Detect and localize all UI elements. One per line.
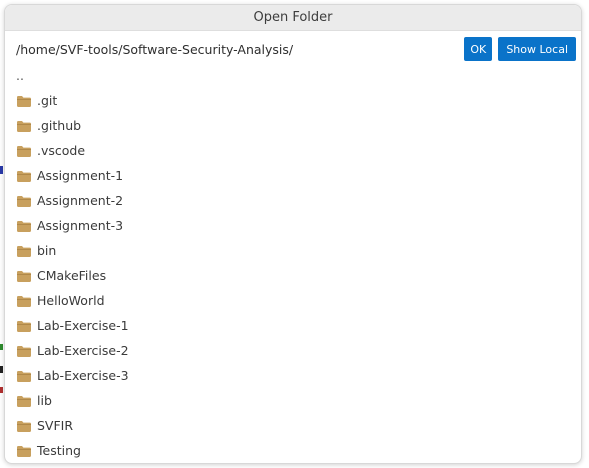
- folder-list-item[interactable]: Assignment-3: [5, 213, 581, 238]
- folder-name: Lab-Exercise-2: [37, 343, 129, 358]
- folder-name: CMakeFiles: [37, 268, 107, 283]
- folder-name: .github: [37, 118, 82, 133]
- folder-name: Lab-Exercise-3: [37, 368, 129, 383]
- ok-button[interactable]: OK: [464, 37, 493, 61]
- folder-list-item[interactable]: Assignment-1: [5, 163, 581, 188]
- background-editor-fragment: [0, 166, 3, 174]
- folder-icon: [17, 345, 31, 357]
- folder-name: .git: [37, 93, 58, 108]
- folder-list: .. .git .github .vscode Assignment-1 Assignm…: [5, 63, 581, 463]
- folder-list-item[interactable]: .vscode: [5, 138, 581, 163]
- path-input[interactable]: [16, 38, 459, 60]
- folder-icon: [17, 170, 31, 182]
- dialog-title: Open Folder: [5, 5, 581, 31]
- folder-list-item[interactable]: bin: [5, 238, 581, 263]
- path-row: OK Show Local: [5, 33, 581, 65]
- folder-icon: [17, 370, 31, 382]
- folder-name: SVFIR: [37, 418, 74, 433]
- folder-icon: [17, 195, 31, 207]
- folder-icon: [17, 245, 31, 257]
- folder-icon: [17, 95, 31, 107]
- folder-icon: [17, 420, 31, 432]
- folder-list-item[interactable]: CMakeFiles: [5, 263, 581, 288]
- background-editor-fragment: [0, 366, 3, 373]
- background-editor-fragment: [0, 344, 3, 350]
- folder-name: bin: [37, 243, 57, 258]
- folder-icon: [17, 270, 31, 282]
- folder-name: HelloWorld: [37, 293, 105, 308]
- show-local-button[interactable]: Show Local: [498, 37, 576, 61]
- folder-list-item[interactable]: Testing: [5, 438, 581, 463]
- folder-name: Testing: [37, 443, 81, 458]
- folder-icon: [17, 445, 31, 457]
- folder-name: lib: [37, 393, 52, 408]
- folder-list-item[interactable]: .github: [5, 113, 581, 138]
- folder-name: Lab-Exercise-1: [37, 318, 129, 333]
- folder-name: Assignment-2: [37, 193, 124, 208]
- folder-list-item[interactable]: Lab-Exercise-3: [5, 363, 581, 388]
- folder-name: Assignment-1: [37, 168, 124, 183]
- folder-name: .vscode: [37, 143, 86, 158]
- folder-name: Assignment-3: [37, 218, 124, 233]
- folder-list-item[interactable]: lib: [5, 388, 581, 413]
- folder-icon: [17, 295, 31, 307]
- folder-icon: [17, 145, 31, 157]
- background-editor-fragment: [0, 387, 3, 393]
- folder-list-item[interactable]: SVFIR: [5, 413, 581, 438]
- folder-icon: [17, 320, 31, 332]
- parent-directory-item[interactable]: ..: [5, 63, 581, 88]
- folder-icon: [17, 220, 31, 232]
- folder-list-item[interactable]: .git: [5, 88, 581, 113]
- folder-icon: [17, 120, 31, 132]
- folder-list-item[interactable]: Lab-Exercise-1: [5, 313, 581, 338]
- open-folder-dialog: Open Folder OK Show Local .. .git .github…: [4, 4, 582, 464]
- folder-list-item[interactable]: Lab-Exercise-2: [5, 338, 581, 363]
- folder-icon: [17, 395, 31, 407]
- folder-list-item[interactable]: HelloWorld: [5, 288, 581, 313]
- folder-list-item[interactable]: Assignment-2: [5, 188, 581, 213]
